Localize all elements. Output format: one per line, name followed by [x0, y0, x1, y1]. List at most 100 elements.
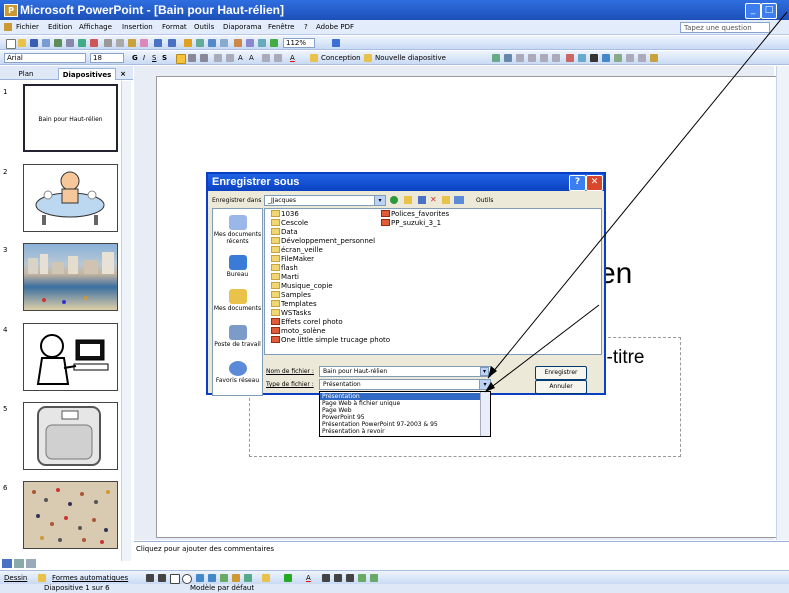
redo-icon[interactable]	[168, 39, 176, 47]
search-web-icon[interactable]	[418, 196, 426, 204]
dialog-help-button[interactable]: ?	[569, 175, 586, 191]
filename-input[interactable]: Bain pour Haut-rélien	[319, 366, 491, 377]
align-left-icon[interactable]	[176, 54, 186, 64]
slide-scrollbar[interactable]	[776, 66, 789, 540]
tool-i-icon[interactable]	[590, 54, 598, 62]
tools-menu[interactable]: Outils	[476, 197, 493, 204]
line-color-icon[interactable]	[284, 574, 292, 582]
options-scrollbar[interactable]	[480, 392, 490, 436]
copy-icon[interactable]	[116, 39, 124, 47]
place-network[interactable]: Favoris réseau	[213, 361, 262, 384]
filetype-dropdown[interactable]: Présentation ▾	[319, 379, 491, 390]
clipart-icon[interactable]	[232, 574, 240, 582]
slide-thumbnail-1[interactable]: Bain pour Haut-rélien	[23, 84, 118, 152]
thumbnails-scrollbar[interactable]	[121, 81, 131, 561]
tool-g-icon[interactable]	[566, 54, 574, 62]
file-item[interactable]: Samples	[271, 291, 311, 300]
close-pane-icon[interactable]: ×	[118, 68, 128, 80]
slide-thumbnail-5[interactable]	[23, 402, 118, 470]
design-button[interactable]: Conception	[321, 54, 361, 62]
tool-n-icon[interactable]	[650, 54, 658, 62]
new-icon[interactable]	[6, 39, 16, 49]
italic-button[interactable]: I	[143, 54, 145, 62]
dialog-close-button[interactable]: ✕	[586, 175, 603, 191]
format-painter-icon[interactable]	[140, 39, 148, 47]
back-icon[interactable]	[390, 196, 398, 204]
tool-c-icon[interactable]	[516, 54, 524, 62]
print-icon[interactable]	[54, 39, 62, 47]
cut-icon[interactable]	[104, 39, 112, 47]
tool-l-icon[interactable]	[626, 54, 634, 62]
undo-icon[interactable]	[154, 39, 162, 47]
shrink-font-button[interactable]: A	[249, 54, 254, 62]
delete-icon[interactable]: ✕	[430, 195, 438, 204]
slide-thumbnail-3[interactable]	[23, 243, 118, 311]
new-folder-icon[interactable]	[442, 196, 450, 204]
file-item[interactable]: Développement_personnel	[271, 237, 375, 246]
permission-icon[interactable]	[42, 39, 50, 47]
research-icon[interactable]	[90, 39, 98, 47]
picture-icon[interactable]	[244, 574, 252, 582]
textbox-icon[interactable]	[196, 574, 204, 582]
cancel-button[interactable]: Annuler	[535, 380, 587, 394]
save-in-dropdown[interactable]: _JJacques ▾	[264, 195, 386, 206]
normal-view-icon[interactable]	[2, 559, 12, 568]
fill-color-icon[interactable]	[262, 574, 270, 582]
bold-button[interactable]: G	[132, 54, 138, 62]
save-button[interactable]: Enregistrer	[535, 366, 587, 380]
paste-icon[interactable]	[128, 39, 136, 47]
tables-borders-icon[interactable]	[208, 39, 216, 47]
formatting-icon[interactable]	[246, 39, 254, 47]
decrease-indent-icon[interactable]	[262, 54, 270, 62]
table-icon[interactable]	[196, 39, 204, 47]
menu-outils[interactable]: Outils	[194, 23, 214, 31]
menu-fichier[interactable]: Fichier	[16, 23, 39, 31]
file-item[interactable]: FileMaker	[271, 255, 314, 264]
tab-plan[interactable]: Plan	[8, 68, 44, 80]
font-color-draw-button[interactable]: A	[306, 574, 311, 582]
file-item[interactable]: Marti	[271, 273, 299, 282]
up-folder-icon[interactable]	[404, 196, 412, 204]
design-icon[interactable]	[310, 54, 318, 62]
help-icon[interactable]	[332, 39, 340, 47]
tool-d-icon[interactable]	[528, 54, 536, 62]
tool-f-icon[interactable]	[552, 54, 560, 62]
new-slide-icon[interactable]	[364, 54, 372, 62]
chart-icon[interactable]	[184, 39, 192, 47]
file-item[interactable]: moto_solène	[271, 327, 326, 336]
line-icon[interactable]	[146, 574, 154, 582]
menu-fenetre[interactable]: Fenêtre	[268, 23, 294, 31]
menu-affichage[interactable]: Affichage	[79, 23, 112, 31]
views-icon[interactable]	[454, 196, 464, 204]
slide-thumbnail-2[interactable]	[23, 164, 118, 232]
rectangle-icon[interactable]	[170, 574, 180, 584]
increase-indent-icon[interactable]	[274, 54, 282, 62]
slide-thumbnail-4[interactable]	[23, 323, 118, 391]
place-desktop[interactable]: Bureau	[213, 255, 262, 278]
shadow-style-icon[interactable]	[358, 574, 366, 582]
arrow-style-icon[interactable]	[346, 574, 354, 582]
file-item[interactable]: écran_veille	[271, 246, 323, 255]
arrow-icon[interactable]	[158, 574, 166, 582]
shadow-button[interactable]: S	[162, 54, 167, 62]
autoshapes-button[interactable]: Formes automatiques	[52, 574, 128, 582]
file-item[interactable]: Polices_favorites	[381, 210, 449, 219]
tool-e-icon[interactable]	[540, 54, 548, 62]
filetype-option[interactable]: Présentation PowerPoint 97-2003 & 95	[320, 421, 482, 428]
slide-thumbnail-6[interactable]	[23, 481, 118, 549]
menu-diaporama[interactable]: Diaporama	[223, 23, 262, 31]
hyperlink-icon[interactable]	[220, 39, 228, 47]
file-item[interactable]: flash	[271, 264, 298, 273]
align-center-icon[interactable]	[188, 54, 196, 62]
zoom-field[interactable]: 112%	[283, 38, 315, 48]
place-my-documents[interactable]: Mes documents	[213, 289, 262, 312]
filename-chevron-icon[interactable]: ▾	[480, 367, 489, 376]
new-slide-button[interactable]: Nouvelle diapositive	[375, 54, 446, 62]
filetype-option[interactable]: Page Web	[320, 407, 482, 414]
file-item[interactable]: PP_suzuki_3_1	[381, 219, 441, 228]
menu-adobe-pdf[interactable]: Adobe PDF	[316, 23, 354, 31]
line-style-icon[interactable]	[322, 574, 330, 582]
diagram-icon[interactable]	[220, 574, 228, 582]
tool-k-icon[interactable]	[614, 54, 622, 62]
tool-j-icon[interactable]	[602, 54, 610, 62]
